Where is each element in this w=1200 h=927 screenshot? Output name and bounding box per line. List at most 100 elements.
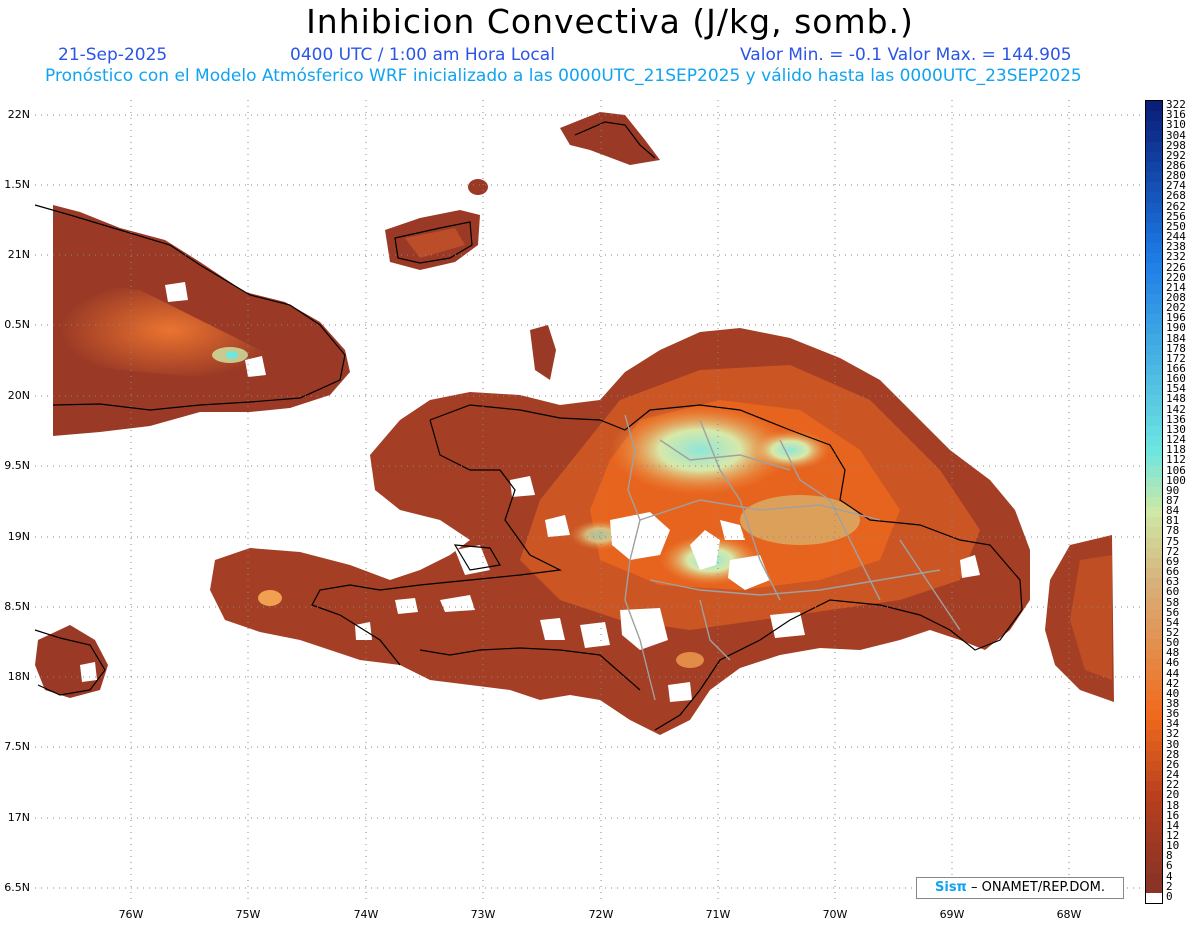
colorbar-cell <box>1146 811 1162 823</box>
colorbar-cell <box>1146 121 1162 132</box>
colorbar-cell <box>1146 425 1162 437</box>
colorbar-cell <box>1146 151 1162 163</box>
colorbar-cell <box>1146 720 1162 731</box>
lon-label: 73W <box>470 908 496 921</box>
colorbar-cell <box>1146 222 1162 234</box>
credit-box: Sisπ – ONAMET/REP.DOM. <box>916 877 1124 899</box>
colorbar-cell <box>1146 344 1162 356</box>
colorbar-cell <box>1146 639 1162 650</box>
colorbar-cell <box>1146 740 1162 752</box>
lon-label: 68W <box>1056 908 1082 921</box>
colorbar-cell <box>1146 517 1162 528</box>
colorbar-cell <box>1146 101 1162 112</box>
colorbar-cell <box>1146 547 1162 559</box>
colorbar-cell <box>1146 750 1162 762</box>
lon-label: 71W <box>705 908 731 921</box>
colorbar-cell <box>1146 821 1162 833</box>
colorbar-cell <box>1146 273 1162 285</box>
lon-label: 72W <box>588 908 614 921</box>
colorbar-cell <box>1146 161 1162 173</box>
colorbar-cell <box>1146 405 1162 417</box>
colorbar-cell <box>1146 710 1162 721</box>
colorbar-cell <box>1146 892 1162 904</box>
colorbar-cell <box>1146 436 1162 447</box>
lon-label: 76W <box>118 908 144 921</box>
colorbar-cell <box>1146 202 1162 214</box>
colorbar-cell <box>1146 771 1162 782</box>
colorbar-cell <box>1146 527 1162 539</box>
lat-label: 7.5N <box>4 740 30 753</box>
colorbar-cell <box>1146 699 1162 711</box>
lat-label: 1.5N <box>4 178 30 191</box>
credit-text: – ONAMET/REP.DOM. <box>966 880 1105 895</box>
colorbar-cell <box>1146 781 1162 792</box>
colorbar-cell <box>1146 212 1162 224</box>
lat-label: 6.5N <box>4 881 30 894</box>
colorbar-cell <box>1146 598 1162 610</box>
colorbar-cell <box>1146 415 1162 427</box>
colorbar-cell <box>1146 131 1162 143</box>
colorbar-cell <box>1146 689 1162 701</box>
colorbar-cell <box>1146 253 1162 264</box>
lat-label: 18N <box>7 670 30 683</box>
colorbar-cell <box>1146 882 1162 894</box>
colorbar-cell <box>1146 486 1162 498</box>
colorbar-cell <box>1146 649 1162 660</box>
colorbar-cell <box>1146 172 1162 183</box>
colorbar-cell <box>1146 852 1162 863</box>
colorbar-cell <box>1146 507 1162 518</box>
lat-label: 22N <box>7 108 30 121</box>
lat-label: 8.5N <box>4 600 30 613</box>
colorbar-tick-label: 0 <box>1166 889 1173 903</box>
lon-label: 69W <box>939 908 965 921</box>
colorbar-cell <box>1146 842 1162 853</box>
lat-label: 0.5N <box>4 318 30 331</box>
colorbar-cell <box>1146 293 1162 305</box>
colorbar <box>1145 100 1163 904</box>
colorbar-cell <box>1146 791 1162 802</box>
cin-map <box>34 100 1140 902</box>
colorbar-cell <box>1146 385 1162 396</box>
colorbar-cell <box>1146 375 1162 386</box>
colorbar-cell <box>1146 192 1162 203</box>
colorbar-cell <box>1146 588 1162 599</box>
colorbar-cell <box>1146 466 1162 478</box>
lat-label: 17N <box>7 811 30 824</box>
sispi-logo: Sisπ <box>935 880 967 895</box>
colorbar-cell <box>1146 314 1162 325</box>
lon-label: 70W <box>822 908 848 921</box>
colorbar-cell <box>1146 872 1162 884</box>
colorbar-cell <box>1146 111 1162 122</box>
colorbar-cell <box>1146 831 1162 843</box>
colorbar-cell <box>1146 476 1162 488</box>
colorbar-cell <box>1146 659 1162 670</box>
colorbar-cell <box>1146 232 1162 244</box>
colorbar-cell <box>1146 243 1162 254</box>
colorbar-cell <box>1146 801 1162 813</box>
colorbar-cell <box>1146 141 1162 153</box>
colorbar-cell <box>1146 567 1162 579</box>
colorbar-cell <box>1146 263 1162 275</box>
colorbar-cell <box>1146 182 1162 193</box>
colorbar-cell <box>1146 679 1162 691</box>
colorbar-cell <box>1146 862 1162 874</box>
colorbar-cell <box>1146 446 1162 457</box>
colorbar-cell <box>1146 537 1162 549</box>
lon-label: 74W <box>353 908 379 921</box>
colorbar-cell <box>1146 608 1162 620</box>
colorbar-cell <box>1146 578 1162 589</box>
lat-label: 9.5N <box>4 459 30 472</box>
lon-label: 75W <box>235 908 261 921</box>
colorbar-cell <box>1146 456 1162 467</box>
lat-label: 20N <box>7 389 30 402</box>
colorbar-cell <box>1146 669 1162 681</box>
colorbar-cell <box>1146 324 1162 335</box>
colorbar-cell <box>1146 334 1162 346</box>
colorbar-cell <box>1146 557 1162 569</box>
colorbar-cell <box>1146 364 1162 376</box>
colorbar-cell <box>1146 395 1162 407</box>
colorbar-cell <box>1146 283 1162 295</box>
colorbar-cell <box>1146 304 1162 315</box>
colorbar-cell <box>1146 354 1162 366</box>
colorbar-cell <box>1146 730 1162 742</box>
